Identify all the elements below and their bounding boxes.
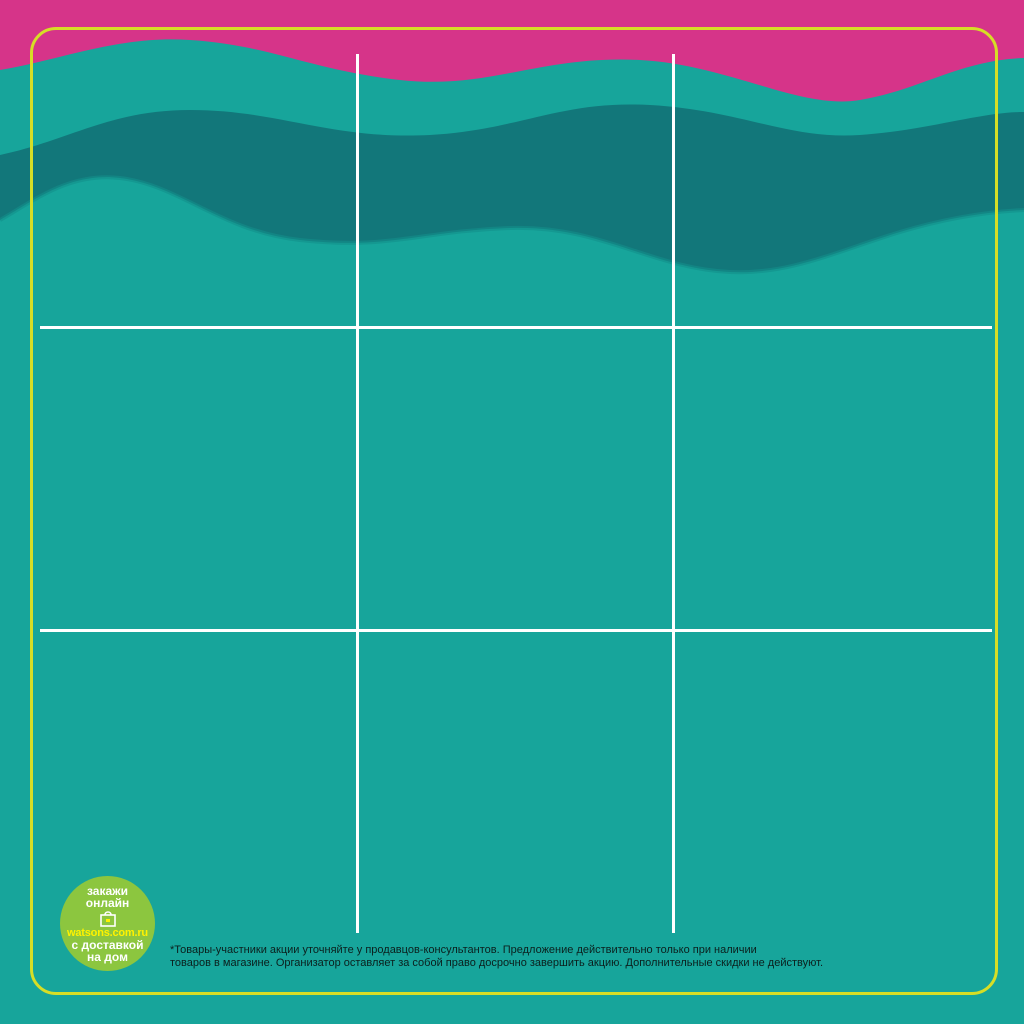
grid-line-vertical-2 <box>672 54 675 933</box>
disclaimer-line-1: *Товары-участники акции уточняйте у прод… <box>170 944 757 956</box>
grid-line-horizontal-1 <box>40 326 992 329</box>
disclaimer-line-2: товаров в магазине. Организатор оставляе… <box>170 957 824 969</box>
promo-board: закажи онлайн watsons.com.ru с доставкой… <box>0 0 1024 1024</box>
badge-line-home: на дом <box>87 950 128 964</box>
grid-line-vertical-1 <box>356 54 359 933</box>
disclaimer-text: *Товары-участники акции уточняйте у прод… <box>170 944 970 970</box>
shopping-bag-icon <box>99 911 116 927</box>
grid-line-horizontal-2 <box>40 629 992 632</box>
badge-line-online: онлайн <box>85 896 130 910</box>
order-online-badge[interactable]: закажи онлайн watsons.com.ru с доставкой… <box>60 876 155 971</box>
board-frame <box>30 27 998 995</box>
